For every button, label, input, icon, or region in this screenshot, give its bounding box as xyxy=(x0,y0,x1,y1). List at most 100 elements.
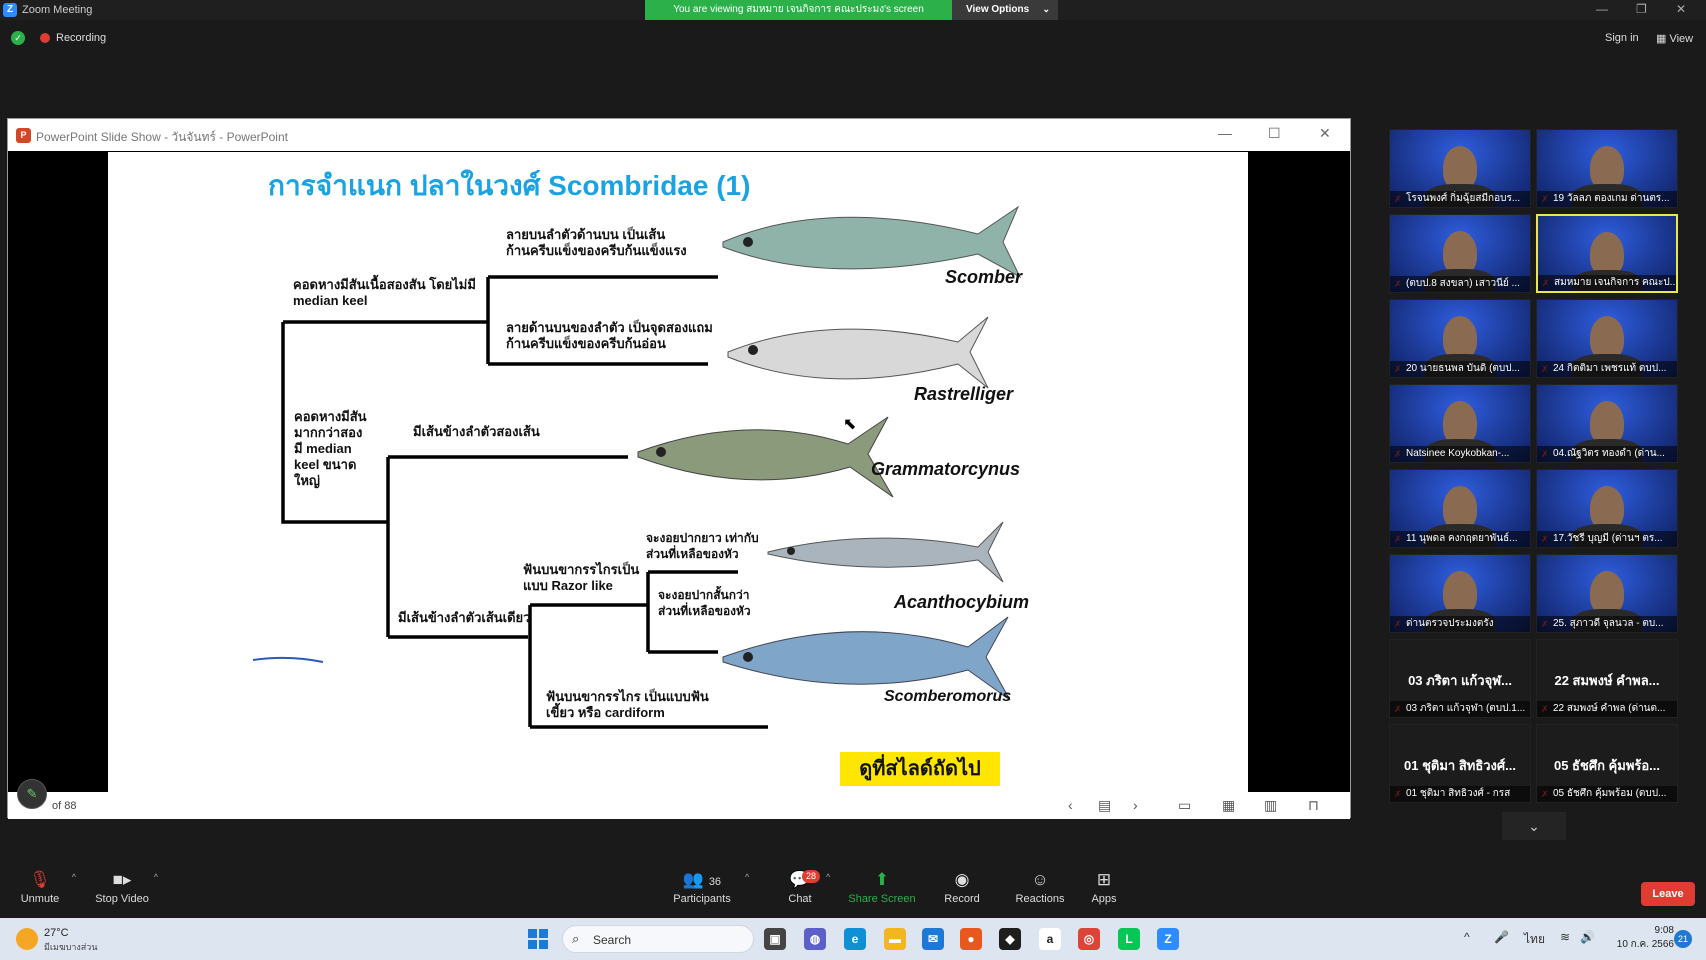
chevron-up-icon[interactable]: ^ xyxy=(154,872,158,882)
participant-name: 03 ภริตา แก้วจุฬา (ตบป.1... xyxy=(1390,701,1530,717)
powerpoint-title: PowerPoint Slide Show - วันจันทร์ - Powe… xyxy=(36,130,288,144)
participant-tile[interactable]: 22 สมพงษ์ คำพล...✗22 สมพงษ์ คำพล (ด่านต.… xyxy=(1536,639,1678,718)
participant-tile[interactable]: ✗สมหมาย เจนกิจการ คณะป... xyxy=(1536,214,1678,293)
record-label: Record xyxy=(944,893,980,905)
participant-tile[interactable]: ✗20 นายธนพล บันดิ (ตบป... xyxy=(1389,299,1531,378)
volume-icon[interactable]: 🔊 xyxy=(1580,930,1595,944)
participant-name: 11 นุพดล คงกฤตยาพันธ์... xyxy=(1390,531,1530,547)
participant-tile[interactable]: ✗04.ณัฐวิตร ทองดำ (ด่าน... xyxy=(1536,384,1678,463)
zoom-app-icon[interactable]: Z xyxy=(1157,928,1179,950)
pen-tool-icon[interactable]: ✎ xyxy=(17,779,47,809)
participant-name: 04.ณัฐวิตร ทองดำ (ด่าน... xyxy=(1537,446,1677,462)
unmute-button[interactable]: 🎙 Unmute ^ xyxy=(0,870,80,905)
reading-view-icon[interactable]: ▥ xyxy=(1264,797,1277,814)
scomber-description: ลายบนลำตัวด้านบน เป็นเส้น ก้านครีบแข็งขอ… xyxy=(506,227,687,258)
participant-tile[interactable]: ✗ด่านตรวจประมงตรัง xyxy=(1389,554,1531,633)
participant-tile[interactable]: ✗(ตบป.8 สงขลา) เสาวนีย์ ... xyxy=(1389,214,1531,293)
edge-browser-icon[interactable]: e xyxy=(844,928,866,950)
participant-tile[interactable]: ✗24 กิตติมา เพชรแท้ ตบป... xyxy=(1536,299,1678,378)
clock-time: 9:08 xyxy=(1654,925,1674,936)
security-shield-icon[interactable]: ✓ xyxy=(11,31,25,45)
previous-slide-icon[interactable]: ‹ xyxy=(1068,797,1073,813)
normal-view-icon[interactable]: ▭ xyxy=(1178,797,1191,814)
participant-tile[interactable]: ✗Natsinee Koykobkan-... xyxy=(1389,384,1531,463)
share-screen-button[interactable]: ⬆ Share Screen xyxy=(842,870,922,905)
participants-button[interactable]: 👥 36 Participants xyxy=(662,870,742,905)
rastrelliger-fish-image xyxy=(727,316,989,389)
weather-condition: มีเมฆบางส่วน xyxy=(44,942,98,952)
taskbar-search[interactable]: ⌕ Search xyxy=(562,925,754,953)
record-button[interactable]: ◉ Record xyxy=(922,870,1002,905)
gallery-scroll-down-icon[interactable]: ⌄ xyxy=(1502,812,1566,840)
file-explorer-icon[interactable]: ▬ xyxy=(884,928,906,950)
chrome-icon[interactable]: ◎ xyxy=(1078,928,1100,950)
search-placeholder: Search xyxy=(593,933,632,947)
chevron-up-icon[interactable]: ^ xyxy=(826,872,830,882)
powerpoint-title-bar: P PowerPoint Slide Show - วันจันทร์ - Po… xyxy=(8,119,1350,151)
notification-badge[interactable]: 21 xyxy=(1674,930,1692,948)
wifi-icon[interactable]: ≋ xyxy=(1560,930,1570,944)
firefox-icon[interactable]: ● xyxy=(960,928,982,950)
genus-rastrelliger: Rastrelliger xyxy=(914,384,1014,404)
apps-button[interactable]: ⊞ Apps xyxy=(1064,870,1144,905)
keel-large-description: คอดหางมีสัน มากกว่าสอง มี median keel ขน… xyxy=(294,409,367,488)
participant-tile[interactable]: ✗17.วัชรี บุญมี (ด่านฯ ตร... xyxy=(1536,469,1678,548)
participant-tile[interactable]: 03 ภริตา แก้วจุฬ...✗03 ภริตา แก้วจุฬา (ต… xyxy=(1389,639,1531,718)
task-view-icon[interactable]: ▣ xyxy=(764,928,786,950)
close-icon[interactable]: ✕ xyxy=(1676,2,1686,16)
minimize-icon[interactable]: — xyxy=(1218,125,1232,141)
maximize-icon[interactable]: ☐ xyxy=(1268,125,1281,142)
weather-widget[interactable]: 27°C มีเมฆบางส่วน xyxy=(14,926,104,954)
taskbar-clock[interactable]: 9:08 10 ก.ค. 2566 xyxy=(1614,924,1674,952)
participant-tile[interactable]: ✗11 นุพดล คงกฤตยาพันธ์... xyxy=(1389,469,1531,548)
participant-tile[interactable]: ✗โรจนพงศ์ กิ่มฉุ้ยสมีกอบร... xyxy=(1389,129,1531,208)
microphone-icon[interactable]: 🎤 xyxy=(1494,930,1509,944)
share-screen-label: Share Screen xyxy=(848,893,916,905)
line-app-icon[interactable]: L xyxy=(1118,928,1140,950)
slide-sorter-icon[interactable]: ▤ xyxy=(1098,797,1111,814)
participant-name: 17.วัชรี บุญมี (ด่านฯ ตร... xyxy=(1537,531,1677,547)
search-icon: ⌕ xyxy=(572,931,580,946)
participant-tile[interactable]: ✗19 วัลลภ ตองเกม ด่านตร... xyxy=(1536,129,1678,208)
mic-muted-icon: 🎙 xyxy=(29,870,51,889)
apps-label: Apps xyxy=(1091,893,1117,905)
view-button[interactable]: ▦ View xyxy=(1656,32,1693,45)
one-lateral-line-label: มีเส้นข้างลำตัวเส้นเดียว xyxy=(398,610,531,625)
mail-icon[interactable]: ✉ xyxy=(922,928,944,950)
leave-button[interactable]: Leave xyxy=(1641,882,1695,906)
language-indicator[interactable]: ไทย xyxy=(1524,930,1545,949)
restore-icon[interactable]: ❐ xyxy=(1636,2,1647,16)
chevron-up-icon[interactable]: ^ xyxy=(745,872,749,882)
view-options-button[interactable]: View Options ⌄ xyxy=(952,0,1058,20)
participant-display-name: 22 สมพงษ์ คำพล... xyxy=(1554,673,1660,688)
participant-name: 22 สมพงษ์ คำพล (ด่านต... xyxy=(1537,701,1677,717)
chevron-up-icon[interactable]: ^ xyxy=(1464,930,1470,944)
two-lateral-line-label: มีเส้นข้างลำตัวสองเส้น xyxy=(413,424,540,439)
windows-taskbar: 27°C มีเมฆบางส่วน ⌕ Search ▣ ◍ e ▬ ✉ ● ◆… xyxy=(0,918,1706,960)
close-icon[interactable]: ✕ xyxy=(1319,125,1331,142)
participant-tile[interactable]: ✗25. สุภาวดี จุลนวล - ตบ... xyxy=(1536,554,1678,633)
participant-name: 05 ธัชศึก คุ้มพร้อม (ตบป... xyxy=(1537,786,1677,802)
teams-chat-icon[interactable]: ◍ xyxy=(804,928,826,950)
minimize-icon[interactable]: — xyxy=(1596,2,1608,16)
next-slide-icon[interactable]: › xyxy=(1133,797,1138,813)
participants-icon: 👥 36 xyxy=(682,870,722,889)
razor-teeth-label: ฟันบนขากรรไกรเป็น แบบ Razor like xyxy=(523,562,640,593)
sign-in-link[interactable]: Sign in xyxy=(1605,32,1639,44)
genus-scomberomorus: Scomberomorus xyxy=(884,688,1012,705)
chevron-up-icon[interactable]: ^ xyxy=(72,872,76,882)
amazon-icon[interactable]: a xyxy=(1039,928,1061,950)
window-title: Zoom Meeting xyxy=(22,4,93,16)
dropbox-icon[interactable]: ◆ xyxy=(999,928,1021,950)
grid-view-icon[interactable]: ▦ xyxy=(1222,797,1235,814)
participant-tile[interactable]: 05 ธัชศึก คุ้มพร้อ...✗05 ธัชศึก คุ้มพร้อ… xyxy=(1536,724,1678,803)
participant-name: สมหมาย เจนกิจการ คณะป... xyxy=(1538,275,1676,291)
presenter-view-icon[interactable]: ⊓ xyxy=(1308,797,1319,814)
participant-tile[interactable]: 01 ชุติมา สิทธิวงศ์...✗01 ชุติมา สิทธิวง… xyxy=(1389,724,1531,803)
stop-video-button[interactable]: ■▸ Stop Video ^ xyxy=(82,870,162,905)
share-screen-icon: ⬆ xyxy=(874,870,890,889)
participant-display-name: 01 ชุติมา สิทธิวงศ์... xyxy=(1404,758,1516,773)
participant-name: (ตบป.8 สงขลา) เสาวนีย์ ... xyxy=(1390,276,1530,292)
view-label: View xyxy=(1669,33,1694,45)
start-menu-icon[interactable] xyxy=(528,929,548,949)
